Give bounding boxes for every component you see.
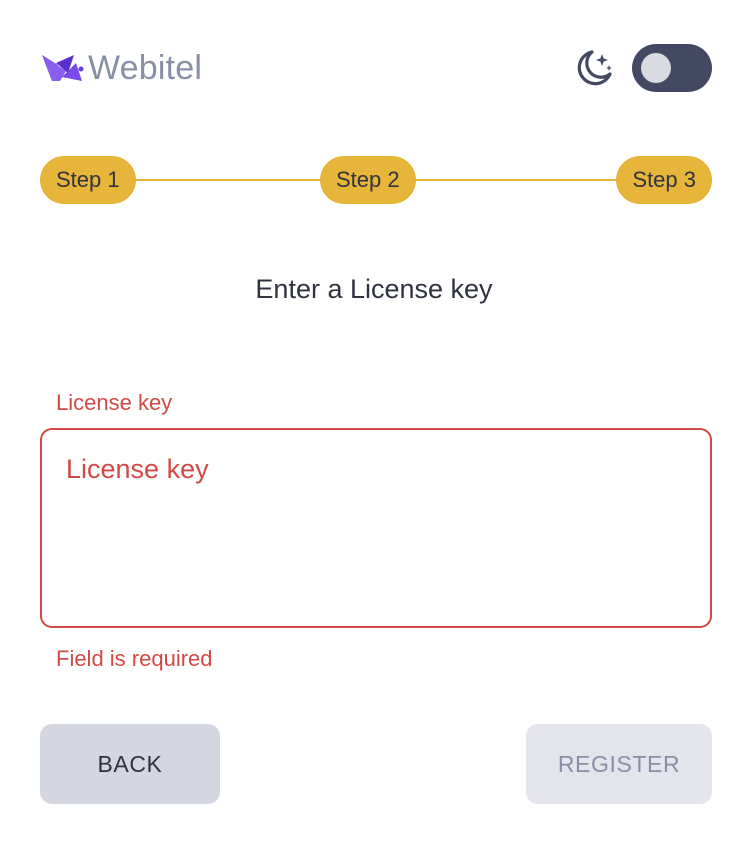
logo: Webitel [40,48,202,88]
moon-stars-icon [577,50,612,86]
logo-text: Webitel [88,49,203,87]
theme-switcher [572,44,712,92]
dark-mode-toggle[interactable] [632,44,712,92]
step-3[interactable]: Step 3 [616,156,712,204]
page-title: Enter a License key [255,274,493,304]
step-2[interactable]: Step 2 [320,156,416,204]
field-error: Field is required [56,646,213,671]
step-1[interactable]: Step 1 [40,156,136,204]
license-key-input[interactable] [42,430,710,626]
toggle-knob [641,53,671,83]
license-key-field [40,428,712,628]
webitel-logo-icon [42,55,84,81]
back-button[interactable]: BACK [40,724,220,804]
license-page: Webitel Step 1 Step 2 Step 3 Enter a Lic… [0,0,748,860]
stepper: Step 1 Step 2 Step 3 [40,156,712,204]
register-button[interactable]: REGISTER [526,724,712,804]
license-key-label: License key [56,390,173,415]
